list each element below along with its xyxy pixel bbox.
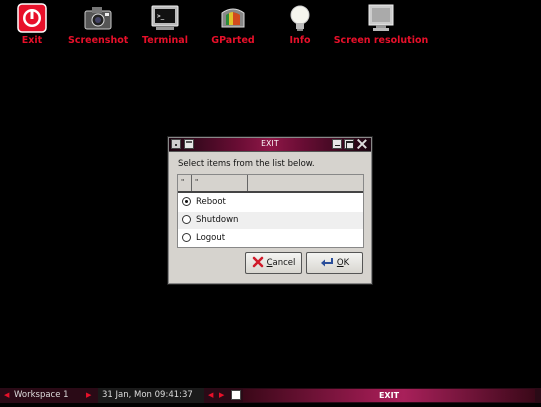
desktop-icon-exit[interactable]: Exit bbox=[12, 0, 52, 46]
desktop-icon-label: Exit bbox=[21, 35, 43, 46]
list-item-reboot[interactable]: Reboot bbox=[178, 193, 363, 211]
desktop-icon-label: Screen resolution bbox=[333, 35, 429, 46]
desktop-icon-info[interactable]: Info bbox=[280, 0, 320, 46]
workspace-prev-icon[interactable]: ◀ bbox=[4, 391, 9, 399]
desktop-icon-label: Screenshot bbox=[68, 35, 129, 46]
workspace-next-icon[interactable]: ▶ bbox=[86, 391, 91, 399]
workspace-label[interactable]: Workspace 1 bbox=[14, 390, 69, 400]
task-next-icon[interactable]: ▶ bbox=[219, 391, 224, 399]
close-button[interactable] bbox=[357, 139, 367, 149]
taskbar: ◀ Workspace 1 ▶ 31 Jan, Mon 09:41:37 ◀ ▶… bbox=[0, 388, 541, 403]
camera-icon bbox=[83, 3, 113, 33]
list-item-logout[interactable]: Logout bbox=[178, 229, 363, 247]
list-item-label: Reboot bbox=[196, 197, 226, 207]
desktop-icon-gparted[interactable]: GParted bbox=[208, 0, 258, 46]
monitor-icon bbox=[366, 3, 396, 33]
cancel-button[interactable]: Cancel bbox=[245, 252, 302, 274]
task-prev-icon[interactable]: ◀ bbox=[208, 391, 213, 399]
column-header[interactable] bbox=[248, 175, 363, 191]
options-list: " " Reboot Shutdown Logout bbox=[177, 174, 364, 248]
desktop-icon-screenshot[interactable]: Screenshot bbox=[68, 0, 128, 46]
gparted-icon bbox=[218, 3, 248, 33]
exit-dialog: EXIT Select items from the list below. "… bbox=[168, 137, 372, 284]
radio-button[interactable] bbox=[182, 233, 191, 242]
desktop-icon-label: Info bbox=[289, 35, 311, 46]
desktop-icon-label: Terminal bbox=[142, 35, 188, 46]
cancel-icon bbox=[252, 256, 264, 271]
svg-text:>_: >_ bbox=[157, 13, 165, 20]
list-item-label: Logout bbox=[196, 233, 226, 243]
list-item-shutdown[interactable]: Shutdown bbox=[178, 211, 363, 229]
ok-button[interactable]: OK bbox=[306, 252, 363, 274]
minimize-button[interactable] bbox=[332, 139, 342, 149]
list-item-label: Shutdown bbox=[196, 215, 239, 225]
lightbulb-icon bbox=[285, 3, 315, 33]
desktop-icon-screen-resolution[interactable]: Screen resolution bbox=[333, 0, 429, 46]
radio-button[interactable] bbox=[182, 215, 191, 224]
dialog-prompt: Select items from the list below. bbox=[178, 159, 315, 169]
desktop-icon-label: GParted bbox=[211, 35, 255, 46]
column-header[interactable]: " bbox=[192, 175, 248, 191]
taskbar-task-exit[interactable]: EXIT bbox=[243, 389, 535, 402]
column-header[interactable]: " bbox=[178, 175, 192, 191]
ok-arrow-icon bbox=[320, 256, 334, 271]
list-header: " " bbox=[178, 175, 363, 193]
power-icon bbox=[17, 3, 47, 33]
clock: 31 Jan, Mon 09:41:37 bbox=[98, 388, 204, 403]
window-list-icon[interactable] bbox=[231, 390, 241, 400]
ok-button-label: OK bbox=[336, 258, 350, 268]
dialog-titlebar[interactable]: EXIT bbox=[169, 138, 371, 152]
radio-button[interactable] bbox=[182, 197, 191, 206]
maximize-button[interactable] bbox=[344, 139, 354, 150]
cancel-button-label: Cancel bbox=[266, 258, 296, 268]
desktop-icon-terminal[interactable]: >_ Terminal bbox=[140, 0, 190, 46]
terminal-icon: >_ bbox=[150, 3, 180, 33]
